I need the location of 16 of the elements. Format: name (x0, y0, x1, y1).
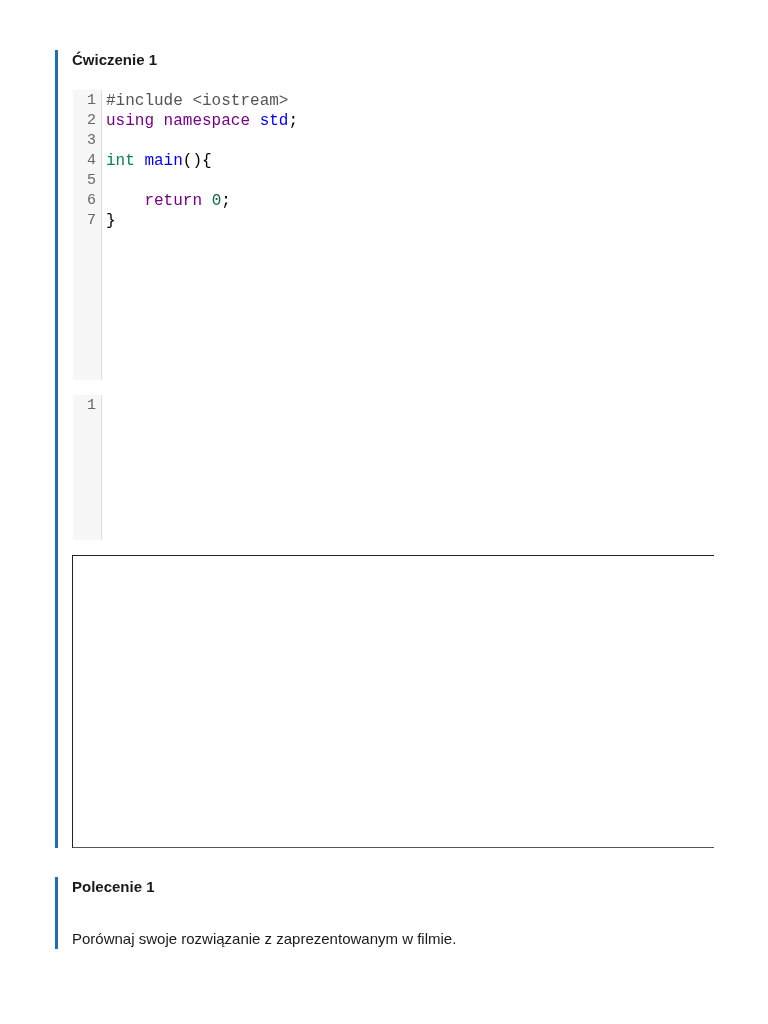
code-line: #include <iostream> (106, 91, 289, 111)
line-number: 6 (87, 191, 97, 211)
task-title: Polecenie 1 (72, 877, 156, 897)
code-line: } (106, 211, 116, 231)
line-number: 2 (87, 111, 97, 131)
line-number: 1 (87, 396, 97, 416)
code-line: int main(){ (106, 151, 212, 171)
line-number: 4 (87, 151, 97, 171)
line-number: 5 (87, 171, 97, 191)
task-text: Porównaj swoje rozwiązanie z zaprezentowanym w filmie. (72, 929, 458, 949)
line-number: 3 (87, 131, 97, 151)
code-line: using namespace std; (106, 111, 299, 131)
exercise-title: Ćwiczenie 1 (72, 50, 159, 70)
line-number: 7 (87, 211, 97, 231)
code-line: return 0; (143, 191, 231, 211)
line-number: 1 (87, 91, 97, 111)
